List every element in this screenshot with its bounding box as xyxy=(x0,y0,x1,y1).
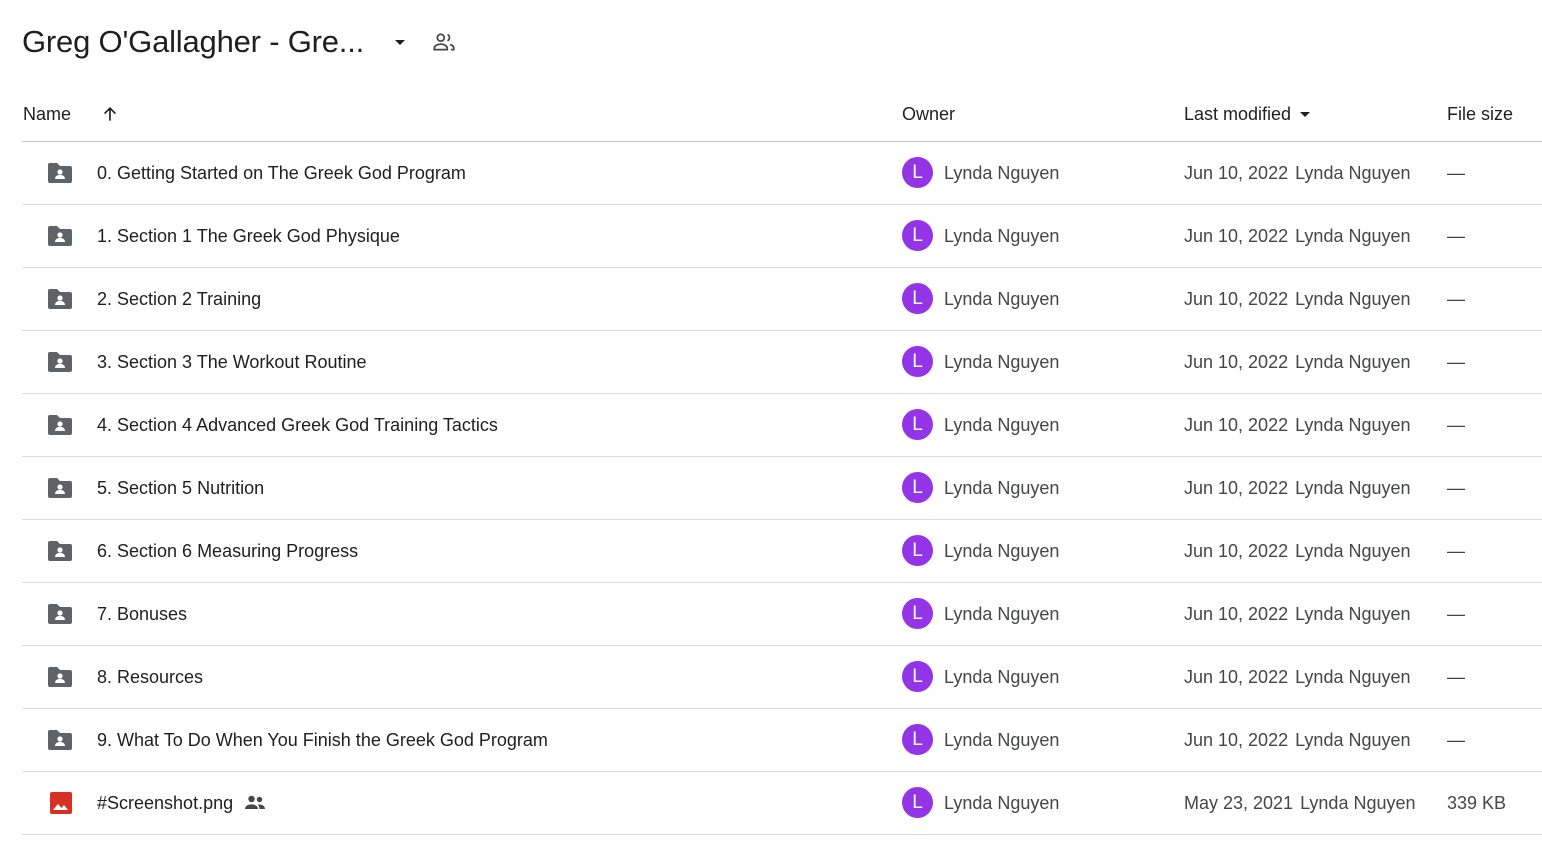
file-row[interactable]: 6. Section 6 Measuring Progress L Lynda … xyxy=(22,520,1542,583)
column-header-file-size[interactable]: File size xyxy=(1447,96,1513,132)
avatar: L xyxy=(902,409,933,440)
file-name[interactable]: 3. Section 3 The Workout Routine xyxy=(97,331,367,393)
last-modified: Jun 10, 2022 Lynda Nguyen xyxy=(1184,666,1411,687)
folder-shared-icon xyxy=(46,602,74,626)
owner-name: Lynda Nguyen xyxy=(944,540,1060,561)
owner-name: Lynda Nguyen xyxy=(944,225,1060,246)
file-size: — xyxy=(1447,666,1465,687)
people-outline-icon[interactable] xyxy=(428,26,460,58)
column-header-name[interactable]: Name xyxy=(23,96,120,132)
folder-shared-icon xyxy=(46,665,74,689)
file-row[interactable]: 9. What To Do When You Finish the Greek … xyxy=(22,709,1542,772)
file-size: — xyxy=(1447,414,1465,435)
avatar: L xyxy=(902,283,933,314)
file-row[interactable]: 4. Section 4 Advanced Greek God Training… xyxy=(22,394,1542,457)
avatar: L xyxy=(902,220,933,251)
file-size: — xyxy=(1447,351,1465,372)
last-modified: Jun 10, 2022 Lynda Nguyen xyxy=(1184,603,1411,624)
avatar: L xyxy=(902,535,933,566)
column-header-last-modified[interactable]: Last modified xyxy=(1184,96,1317,132)
file-name[interactable]: 4. Section 4 Advanced Greek God Training… xyxy=(97,394,498,456)
folder-shared-icon xyxy=(46,350,74,374)
last-modified: Jun 10, 2022 Lynda Nguyen xyxy=(1184,477,1411,498)
column-name-label: Name xyxy=(23,103,72,124)
owner-name: Lynda Nguyen xyxy=(944,477,1060,498)
file-name[interactable]: 6. Section 6 Measuring Progress xyxy=(97,520,358,582)
file-row[interactable]: 2. Section 2 Training L Lynda Nguyen Jun… xyxy=(22,268,1542,331)
file-size: — xyxy=(1447,729,1465,750)
owner-name: Lynda Nguyen xyxy=(944,666,1060,687)
folder-shared-icon xyxy=(46,413,74,437)
file-row[interactable]: 5. Section 5 Nutrition L Lynda Nguyen Ju… xyxy=(22,457,1542,520)
file-name[interactable]: 2. Section 2 Training xyxy=(97,268,261,330)
owner-name: Lynda Nguyen xyxy=(944,162,1060,183)
avatar: L xyxy=(902,598,933,629)
file-name[interactable]: 7. Bonuses xyxy=(97,583,187,645)
arrow-drop-down-icon[interactable] xyxy=(1293,102,1317,126)
file-row[interactable]: 0. Getting Started on The Greek God Prog… xyxy=(22,142,1542,205)
file-row[interactable]: 1. Section 1 The Greek God Physique L Ly… xyxy=(22,205,1542,268)
file-list: 0. Getting Started on The Greek God Prog… xyxy=(22,142,1542,835)
last-modified: Jun 10, 2022 Lynda Nguyen xyxy=(1184,162,1411,183)
column-owner-label: Owner xyxy=(902,103,956,124)
file-name[interactable]: 9. What To Do When You Finish the Greek … xyxy=(97,709,548,771)
arrow-drop-down-icon[interactable] xyxy=(384,26,416,58)
file-row[interactable]: #Screenshot.png L Lynda Nguyen May 23, 2… xyxy=(22,772,1542,835)
last-modified: May 23, 2021 Lynda Nguyen xyxy=(1184,792,1416,813)
file-name[interactable]: 8. Resources xyxy=(97,646,203,708)
last-modified: Jun 10, 2022 Lynda Nguyen xyxy=(1184,288,1411,309)
avatar: L xyxy=(902,472,933,503)
file-name[interactable]: 5. Section 5 Nutrition xyxy=(97,457,264,519)
owner-name: Lynda Nguyen xyxy=(944,729,1060,750)
column-header-owner[interactable]: Owner xyxy=(902,96,955,132)
file-size: — xyxy=(1447,225,1465,246)
avatar: L xyxy=(902,346,933,377)
folder-shared-icon xyxy=(46,287,74,311)
file-row[interactable]: 8. Resources L Lynda Nguyen Jun 10, 2022… xyxy=(22,646,1542,709)
folder-shared-icon xyxy=(46,476,74,500)
image-file-icon xyxy=(46,791,74,815)
folder-shared-icon xyxy=(46,728,74,752)
last-modified: Jun 10, 2022 Lynda Nguyen xyxy=(1184,540,1411,561)
last-modified: Jun 10, 2022 Lynda Nguyen xyxy=(1184,351,1411,372)
folder-shared-icon xyxy=(46,224,74,248)
file-name[interactable]: #Screenshot.png xyxy=(97,772,267,834)
owner-name: Lynda Nguyen xyxy=(944,603,1060,624)
avatar: L xyxy=(902,787,933,818)
owner-name: Lynda Nguyen xyxy=(944,351,1060,372)
folder-title[interactable]: Greg O'Gallagher - Gre... xyxy=(22,24,364,60)
file-size: — xyxy=(1447,603,1465,624)
avatar: L xyxy=(902,661,933,692)
last-modified: Jun 10, 2022 Lynda Nguyen xyxy=(1184,225,1411,246)
arrow-upward-icon[interactable] xyxy=(100,104,120,124)
file-size: — xyxy=(1447,288,1465,309)
folder-shared-icon xyxy=(46,539,74,563)
owner-name: Lynda Nguyen xyxy=(944,288,1060,309)
file-size: — xyxy=(1447,477,1465,498)
file-size: — xyxy=(1447,162,1465,183)
people-icon xyxy=(243,793,267,813)
file-name[interactable]: 1. Section 1 The Greek God Physique xyxy=(97,205,400,267)
avatar: L xyxy=(902,724,933,755)
file-size: — xyxy=(1447,540,1465,561)
column-last-modified-label: Last modified xyxy=(1184,103,1292,124)
avatar: L xyxy=(902,157,933,188)
folder-shared-icon xyxy=(46,161,74,185)
file-row[interactable]: 3. Section 3 The Workout Routine L Lynda… xyxy=(22,331,1542,394)
folder-header: Greg O'Gallagher - Gre... xyxy=(22,18,460,66)
file-name[interactable]: 0. Getting Started on The Greek God Prog… xyxy=(97,142,466,204)
file-size: 339 KB xyxy=(1447,792,1507,813)
last-modified: Jun 10, 2022 Lynda Nguyen xyxy=(1184,729,1411,750)
file-row[interactable]: 7. Bonuses L Lynda Nguyen Jun 10, 2022 Ly… xyxy=(22,583,1542,646)
last-modified: Jun 10, 2022 Lynda Nguyen xyxy=(1184,414,1411,435)
column-file-size-label: File size xyxy=(1447,103,1514,124)
owner-name: Lynda Nguyen xyxy=(944,414,1060,435)
owner-name: Lynda Nguyen xyxy=(944,792,1060,813)
